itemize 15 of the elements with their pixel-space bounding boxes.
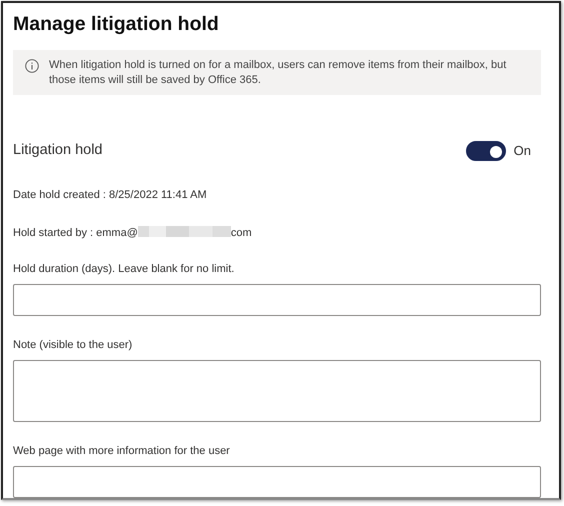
toggle-state-label: On bbox=[514, 142, 531, 160]
info-icon bbox=[25, 59, 39, 73]
info-message: When litigation hold is turned on for a mailbox, users can remove items from their mailbox, but those items will still be saved by Office 365. bbox=[49, 58, 508, 88]
input-field[interactable] bbox=[13, 284, 541, 316]
field-label: Note (visible to the user) bbox=[13, 338, 134, 352]
field-label: Web page with more information for the user bbox=[13, 444, 231, 458]
detail-text: Hold started by : emma@ bbox=[13, 226, 138, 239]
input-field[interactable] bbox=[13, 466, 541, 498]
text-area[interactable] bbox=[13, 360, 541, 422]
setting-label: Litigation hold bbox=[13, 141, 102, 160]
field-label: Hold duration (days). Leave blank for no limit. bbox=[13, 262, 236, 276]
toggle-switch[interactable] bbox=[466, 140, 506, 161]
panel-title: Manage litigation hold bbox=[13, 12, 220, 37]
detail-text: com bbox=[230, 226, 252, 239]
detail-text: Date hold created : 8/25/2022 11:41 AM bbox=[13, 188, 207, 201]
